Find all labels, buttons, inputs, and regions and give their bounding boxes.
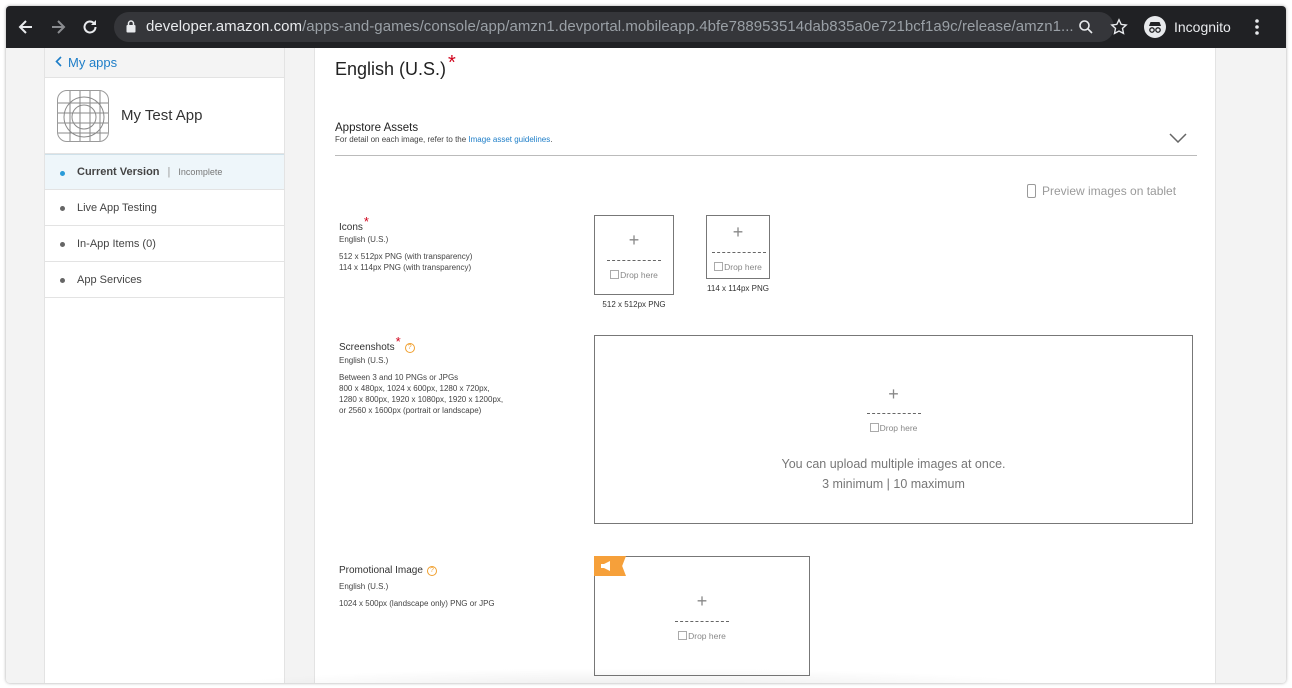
tablet-icon: [1027, 184, 1036, 198]
drop-here-label: Drop here: [595, 631, 809, 641]
drop-here-label: Drop here: [595, 270, 673, 280]
lock-icon: [126, 20, 136, 38]
dashed-divider: [712, 252, 766, 253]
screenshots-label: Screenshots*?: [339, 334, 415, 353]
separator: |: [167, 166, 171, 178]
drop-here-label: Drop here: [707, 262, 769, 272]
screenshots-dropzone[interactable]: + Drop here You can upload multiple imag…: [594, 335, 1193, 524]
promo-desc-1: 1024 x 500px (landscape only) PNG or JPG: [339, 599, 495, 608]
page-title: English (U.S.) *: [335, 52, 456, 81]
dashed-divider: [675, 621, 729, 622]
bullet-icon: [60, 242, 65, 247]
screenshots-desc-3: 1280 x 800px, 1920 x 1080px, 1920 x 1200…: [339, 395, 504, 404]
bullet-icon: [60, 278, 65, 283]
dashed-divider: [867, 413, 921, 414]
sidebar-item-app-services[interactable]: App Services: [45, 262, 284, 298]
status-badge: Incomplete: [178, 167, 223, 177]
plus-icon: +: [696, 591, 708, 611]
sidebar-item-current-version[interactable]: Current Version | Incomplete: [45, 154, 284, 190]
icon-114-dropzone[interactable]: + Drop here: [706, 215, 770, 279]
sidebar-item-label: App Services: [77, 273, 142, 286]
bullet-icon: [60, 206, 65, 211]
plus-icon: +: [628, 230, 640, 250]
incognito-icon: [1144, 16, 1166, 38]
forward-arrow-icon[interactable]: [48, 17, 68, 37]
image-icon: [714, 262, 724, 271]
icons-desc-2: 114 x 114px PNG (with transparency): [339, 263, 472, 272]
incognito-label: Incognito: [1174, 19, 1231, 35]
sidebar: My apps My Test App Current Version | In…: [44, 48, 285, 683]
megaphone-tag-icon: [594, 556, 626, 576]
promo-label: Promotional Image?: [339, 565, 437, 576]
plus-icon: +: [732, 222, 744, 242]
promo-dropzone[interactable]: + Drop here: [594, 556, 810, 676]
screenshots-lang: English (U.S.): [339, 356, 389, 365]
icon-512-dropzone[interactable]: + Drop here: [594, 215, 674, 295]
image-icon: [869, 423, 879, 432]
appstore-assets-header[interactable]: Appstore Assets For detail on each image…: [335, 122, 1197, 156]
field-label-text: Screenshots: [339, 342, 395, 353]
sidebar-item-label: Current Version: [77, 166, 160, 178]
icons-lang: English (U.S.): [339, 235, 389, 244]
preview-tablet-toggle[interactable]: Preview images on tablet: [1027, 184, 1176, 198]
incognito-indicator[interactable]: Incognito: [1144, 14, 1231, 40]
required-mark: *: [448, 52, 456, 74]
page-content: My apps My Test App Current Version | In…: [6, 48, 1286, 683]
icons-desc-1: 512 x 512px PNG (with transparency): [339, 252, 473, 261]
my-apps-link[interactable]: My apps: [45, 48, 284, 78]
icon-512-caption: 512 x 512px PNG: [602, 300, 666, 309]
image-asset-guidelines-link[interactable]: Image asset guidelines: [468, 135, 550, 144]
help-icon[interactable]: ?: [404, 343, 415, 353]
plus-icon: +: [888, 384, 899, 404]
dashed-divider: [607, 260, 661, 261]
scroll-shadow: [206, 668, 1066, 683]
browser-menu-icon[interactable]: [1254, 18, 1260, 41]
image-icon: [610, 270, 620, 279]
required-mark: *: [395, 334, 401, 349]
reload-icon[interactable]: [80, 17, 100, 37]
chevron-down-icon[interactable]: [1169, 130, 1187, 148]
address-bar[interactable]: developer.amazon.com/apps-and-games/cons…: [114, 12, 1114, 42]
browser-window: developer.amazon.com/apps-and-games/cons…: [6, 6, 1286, 683]
image-icon: [678, 631, 688, 640]
promo-lang: English (U.S.): [339, 582, 389, 591]
subtitle-text: For detail on each image, refer to the: [335, 135, 469, 144]
sidebar-item-in-app-items[interactable]: In-App Items (0): [45, 226, 284, 262]
icons-label: Icons*: [339, 214, 369, 233]
app-header: My Test App: [45, 78, 284, 154]
screenshots-desc-1: Between 3 and 10 PNGs or JPGs: [339, 373, 459, 382]
active-dot-icon: [60, 171, 65, 176]
bookmark-star-icon[interactable]: [1110, 18, 1128, 41]
field-label-text: Icons: [339, 222, 363, 233]
main-panel: English (U.S.) * Appstore Assets For deta…: [314, 48, 1216, 683]
sidebar-item-live-app-testing[interactable]: Live App Testing: [45, 190, 284, 226]
icon-114-caption: 114 x 114px PNG: [707, 284, 769, 293]
preview-label: Preview images on tablet: [1042, 184, 1177, 198]
section-title: Appstore Assets: [335, 122, 419, 134]
subtitle-suffix: .: [550, 135, 553, 144]
screenshots-desc-4: or 2560 x 1600px (portrait or landscape): [339, 406, 482, 415]
help-icon[interactable]: ?: [426, 566, 437, 576]
browser-toolbar: developer.amazon.com/apps-and-games/cons…: [6, 6, 1286, 48]
section-subtitle: For detail on each image, refer to the I…: [335, 135, 1197, 144]
required-mark: *: [363, 214, 369, 229]
field-label-text: Promotional Image: [339, 565, 423, 576]
zoom-icon[interactable]: [1078, 19, 1094, 40]
sidebar-item-label: In-App Items (0): [77, 237, 156, 250]
upload-limits: 3 minimum | 10 maximum: [822, 477, 965, 491]
app-icon: [57, 89, 109, 142]
screenshots-desc-2: 800 x 480px, 1024 x 600px, 1280 x 720px,: [339, 384, 490, 393]
language-title: English (U.S.): [335, 59, 447, 79]
app-name: My Test App: [121, 107, 203, 124]
url-text: developer.amazon.com/apps-and-games/cons…: [146, 18, 1074, 35]
back-arrow-icon[interactable]: [16, 17, 36, 37]
multi-upload-hint: You can upload multiple images at once.: [781, 457, 1006, 471]
drop-here-label: Drop here: [595, 423, 1192, 433]
sidebar-item-label: Live App Testing: [77, 201, 157, 214]
chevron-left-icon: [55, 55, 62, 70]
my-apps-label: My apps: [68, 55, 118, 70]
